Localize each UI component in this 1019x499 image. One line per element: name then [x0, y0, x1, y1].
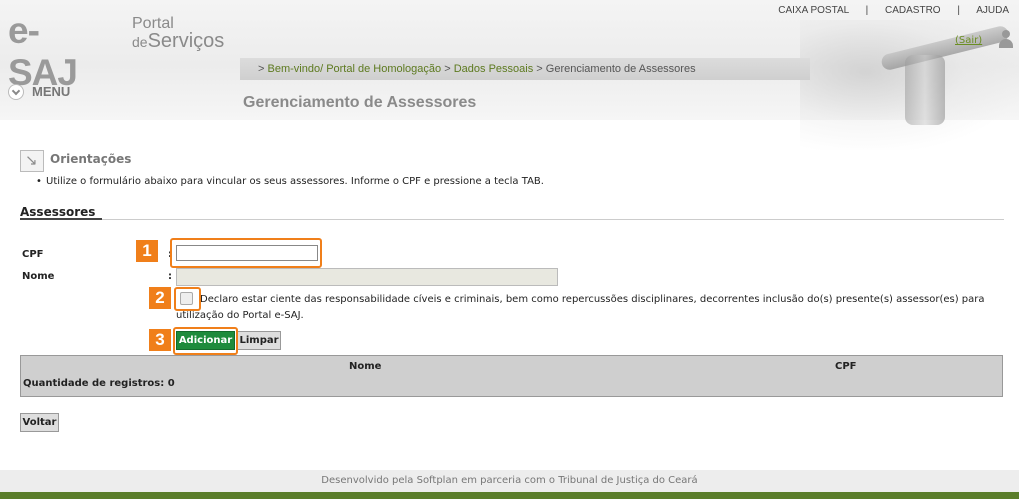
orientacoes-text: Utilize o formulário abaixo para vincula… [36, 176, 544, 187]
logo-servicos-text: deServiços [132, 30, 224, 53]
highlight-checkbox [174, 287, 201, 311]
page-title: Gerenciamento de Assessores [243, 94, 477, 111]
breadcrumb-prefix: > [258, 63, 265, 75]
breadcrumb-sep: > [444, 63, 451, 75]
nav-caixa-postal[interactable]: CAIXA POSTAL [778, 5, 849, 16]
highlight-add-button [173, 327, 238, 355]
breadcrumb: > Bem-vindo/ Portal de Homologação > Dad… [258, 63, 696, 75]
cpf-label: CPF [22, 249, 44, 260]
user-icon[interactable] [998, 30, 1014, 48]
clear-button[interactable]: Limpar [237, 331, 281, 350]
menu-toggle[interactable]: MENU [0, 80, 240, 102]
column-header-cpf[interactable]: CPF [835, 361, 857, 372]
back-button[interactable]: Voltar [20, 413, 59, 432]
breadcrumb-home[interactable]: Bem-vindo/ Portal de Homologação [268, 63, 442, 75]
column-header-nome[interactable]: Nome [349, 361, 381, 372]
nav-cadastro[interactable]: CADASTRO [885, 5, 941, 16]
nav-separator: | [957, 5, 960, 16]
badge-1: 1 [136, 240, 158, 262]
footer-text: Desenvolvido pela Softplan em parceria c… [321, 475, 698, 486]
orientacoes-title: Orientações [50, 152, 132, 166]
record-count: Quantidade de registros: 0 [23, 378, 175, 389]
logout-link[interactable]: (Sair) [955, 35, 982, 46]
top-navigation: CAIXA POSTAL | CADASTRO | AJUDA [778, 5, 1009, 16]
nome-label: Nome [22, 271, 55, 282]
logo-de-text: de [132, 34, 148, 50]
footer-bar [0, 492, 1019, 499]
declaration-text: Declaro estar ciente das responsabilidad… [176, 294, 985, 321]
assessores-table: Nome CPF Quantidade de registros: 0 [20, 355, 1003, 397]
nome-input [176, 268, 558, 286]
nome-colon: : [168, 271, 172, 282]
gavel-head-image [905, 55, 945, 125]
nav-separator: | [865, 5, 869, 16]
nav-ajuda[interactable]: AJUDA [976, 5, 1009, 16]
arrow-down-right-icon [20, 150, 44, 172]
breadcrumb-sep: > [536, 63, 543, 75]
chevron-down-icon [8, 84, 24, 100]
section-divider [20, 218, 1004, 220]
menu-label: MENU [32, 84, 71, 99]
badge-2: 2 [149, 287, 171, 309]
breadcrumb-current: Gerenciamento de Assessores [545, 63, 696, 75]
highlight-cpf [170, 238, 322, 268]
assessores-title: Assessores [20, 205, 96, 219]
breadcrumb-dados-pessoais[interactable]: Dados Pessoais [454, 63, 534, 75]
badge-3: 3 [149, 329, 171, 351]
logo-servicos-word: Serviços [147, 30, 225, 52]
